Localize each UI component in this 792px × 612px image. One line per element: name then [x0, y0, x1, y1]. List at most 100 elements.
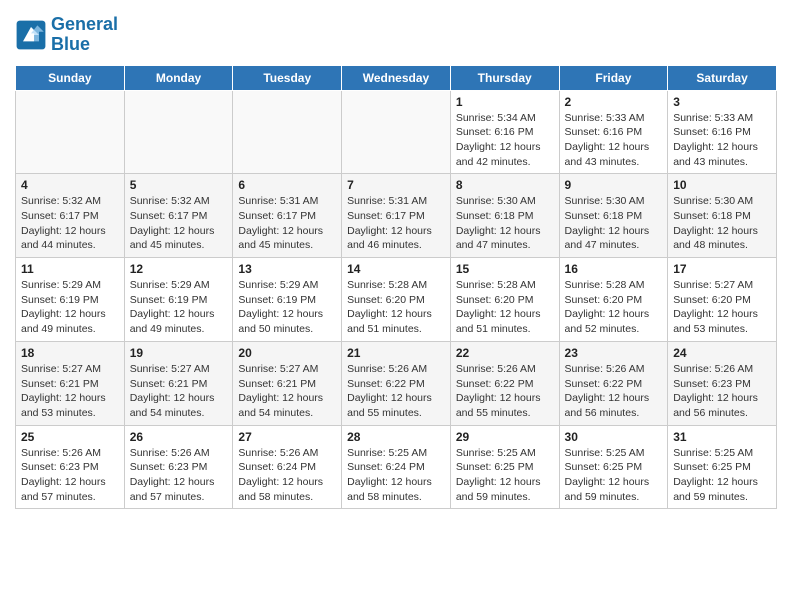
day-info: Sunrise: 5:27 AM Sunset: 6:21 PM Dayligh…: [130, 362, 228, 421]
day-info: Sunrise: 5:31 AM Sunset: 6:17 PM Dayligh…: [238, 194, 336, 253]
day-number: 6: [238, 178, 336, 192]
day-number: 17: [673, 262, 771, 276]
calendar-cell: 12 Sunrise: 5:29 AM Sunset: 6:19 PM Dayli…: [124, 258, 233, 342]
calendar-cell: [124, 90, 233, 174]
logo-icon: [15, 19, 47, 51]
day-info: Sunrise: 5:26 AM Sunset: 6:22 PM Dayligh…: [347, 362, 445, 421]
calendar-cell: [233, 90, 342, 174]
day-number: 5: [130, 178, 228, 192]
day-number: 18: [21, 346, 119, 360]
calendar-row-1: 1 Sunrise: 5:34 AM Sunset: 6:16 PM Daylig…: [16, 90, 777, 174]
logo: General Blue: [15, 15, 118, 55]
day-info: Sunrise: 5:26 AM Sunset: 6:22 PM Dayligh…: [456, 362, 554, 421]
calendar-row-5: 25 Sunrise: 5:26 AM Sunset: 6:23 PM Dayli…: [16, 425, 777, 509]
day-number: 16: [565, 262, 663, 276]
calendar-cell: [16, 90, 125, 174]
day-info: Sunrise: 5:30 AM Sunset: 6:18 PM Dayligh…: [456, 194, 554, 253]
day-number: 2: [565, 95, 663, 109]
weekday-header-row: SundayMondayTuesdayWednesdayThursdayFrid…: [16, 65, 777, 90]
day-number: 7: [347, 178, 445, 192]
calendar-cell: 9Sunrise: 5:30 AM Sunset: 6:18 PM Daylig…: [559, 174, 668, 258]
day-info: Sunrise: 5:26 AM Sunset: 6:23 PM Dayligh…: [130, 446, 228, 505]
calendar-cell: 7 Sunrise: 5:31 AM Sunset: 6:17 PM Daylig…: [342, 174, 451, 258]
weekday-header-tuesday: Tuesday: [233, 65, 342, 90]
weekday-header-sunday: Sunday: [16, 65, 125, 90]
weekday-header-wednesday: Wednesday: [342, 65, 451, 90]
calendar-cell: 15 Sunrise: 5:28 AM Sunset: 6:20 PM Dayli…: [450, 258, 559, 342]
weekday-header-monday: Monday: [124, 65, 233, 90]
day-number: 11: [21, 262, 119, 276]
calendar-cell: 27 Sunrise: 5:26 AM Sunset: 6:24 PM Dayli…: [233, 425, 342, 509]
day-number: 9: [565, 178, 663, 192]
calendar-cell: 16 Sunrise: 5:28 AM Sunset: 6:20 PM Dayli…: [559, 258, 668, 342]
calendar-cell: 17 Sunrise: 5:27 AM Sunset: 6:20 PM Dayli…: [668, 258, 777, 342]
calendar-cell: 20Sunrise: 5:27 AM Sunset: 6:21 PM Dayli…: [233, 341, 342, 425]
calendar-cell: 11 Sunrise: 5:29 AM Sunset: 6:19 PM Dayli…: [16, 258, 125, 342]
day-info: Sunrise: 5:28 AM Sunset: 6:20 PM Dayligh…: [347, 278, 445, 337]
day-number: 13: [238, 262, 336, 276]
calendar-cell: 24Sunrise: 5:26 AM Sunset: 6:23 PM Dayli…: [668, 341, 777, 425]
weekday-header-friday: Friday: [559, 65, 668, 90]
calendar-cell: 4 Sunrise: 5:32 AM Sunset: 6:17 PM Daylig…: [16, 174, 125, 258]
day-number: 20: [238, 346, 336, 360]
day-info: Sunrise: 5:26 AM Sunset: 6:22 PM Dayligh…: [565, 362, 663, 421]
calendar-cell: 31Sunrise: 5:25 AM Sunset: 6:25 PM Dayli…: [668, 425, 777, 509]
weekday-header-thursday: Thursday: [450, 65, 559, 90]
day-info: Sunrise: 5:26 AM Sunset: 6:24 PM Dayligh…: [238, 446, 336, 505]
day-info: Sunrise: 5:30 AM Sunset: 6:18 PM Dayligh…: [673, 194, 771, 253]
day-info: Sunrise: 5:31 AM Sunset: 6:17 PM Dayligh…: [347, 194, 445, 253]
calendar-cell: 29 Sunrise: 5:25 AM Sunset: 6:25 PM Dayli…: [450, 425, 559, 509]
page-header: General Blue: [15, 15, 777, 55]
calendar-cell: 23 Sunrise: 5:26 AM Sunset: 6:22 PM Dayli…: [559, 341, 668, 425]
day-info: Sunrise: 5:25 AM Sunset: 6:24 PM Dayligh…: [347, 446, 445, 505]
day-info: Sunrise: 5:32 AM Sunset: 6:17 PM Dayligh…: [21, 194, 119, 253]
calendar-header: SundayMondayTuesdayWednesdayThursdayFrid…: [16, 65, 777, 90]
day-number: 1: [456, 95, 554, 109]
day-number: 15: [456, 262, 554, 276]
calendar-cell: 18 Sunrise: 5:27 AM Sunset: 6:21 PM Dayli…: [16, 341, 125, 425]
calendar-cell: 28Sunrise: 5:25 AM Sunset: 6:24 PM Dayli…: [342, 425, 451, 509]
day-info: Sunrise: 5:26 AM Sunset: 6:23 PM Dayligh…: [21, 446, 119, 505]
day-info: Sunrise: 5:25 AM Sunset: 6:25 PM Dayligh…: [673, 446, 771, 505]
day-number: 25: [21, 430, 119, 444]
calendar-body: 1 Sunrise: 5:34 AM Sunset: 6:16 PM Daylig…: [16, 90, 777, 509]
day-info: Sunrise: 5:28 AM Sunset: 6:20 PM Dayligh…: [456, 278, 554, 337]
day-number: 23: [565, 346, 663, 360]
day-number: 26: [130, 430, 228, 444]
day-info: Sunrise: 5:29 AM Sunset: 6:19 PM Dayligh…: [21, 278, 119, 337]
day-info: Sunrise: 5:27 AM Sunset: 6:21 PM Dayligh…: [21, 362, 119, 421]
day-number: 8: [456, 178, 554, 192]
weekday-header-saturday: Saturday: [668, 65, 777, 90]
calendar-cell: [342, 90, 451, 174]
day-number: 4: [21, 178, 119, 192]
day-info: Sunrise: 5:27 AM Sunset: 6:20 PM Dayligh…: [673, 278, 771, 337]
day-number: 10: [673, 178, 771, 192]
day-info: Sunrise: 5:29 AM Sunset: 6:19 PM Dayligh…: [130, 278, 228, 337]
calendar-cell: 10 Sunrise: 5:30 AM Sunset: 6:18 PM Dayli…: [668, 174, 777, 258]
calendar-row-3: 11 Sunrise: 5:29 AM Sunset: 6:19 PM Dayli…: [16, 258, 777, 342]
day-number: 27: [238, 430, 336, 444]
calendar-cell: 19Sunrise: 5:27 AM Sunset: 6:21 PM Dayli…: [124, 341, 233, 425]
day-info: Sunrise: 5:33 AM Sunset: 6:16 PM Dayligh…: [673, 111, 771, 170]
day-number: 29: [456, 430, 554, 444]
calendar-cell: 14 Sunrise: 5:28 AM Sunset: 6:20 PM Dayli…: [342, 258, 451, 342]
day-info: Sunrise: 5:32 AM Sunset: 6:17 PM Dayligh…: [130, 194, 228, 253]
day-info: Sunrise: 5:34 AM Sunset: 6:16 PM Dayligh…: [456, 111, 554, 170]
calendar-cell: 5 Sunrise: 5:32 AM Sunset: 6:17 PM Daylig…: [124, 174, 233, 258]
calendar-cell: 21Sunrise: 5:26 AM Sunset: 6:22 PM Dayli…: [342, 341, 451, 425]
day-info: Sunrise: 5:28 AM Sunset: 6:20 PM Dayligh…: [565, 278, 663, 337]
day-info: Sunrise: 5:33 AM Sunset: 6:16 PM Dayligh…: [565, 111, 663, 170]
calendar-row-4: 18 Sunrise: 5:27 AM Sunset: 6:21 PM Dayli…: [16, 341, 777, 425]
calendar-cell: 13 Sunrise: 5:29 AM Sunset: 6:19 PM Dayli…: [233, 258, 342, 342]
day-number: 14: [347, 262, 445, 276]
day-number: 30: [565, 430, 663, 444]
calendar-cell: 26 Sunrise: 5:26 AM Sunset: 6:23 PM Dayli…: [124, 425, 233, 509]
day-number: 22: [456, 346, 554, 360]
calendar-cell: 8 Sunrise: 5:30 AM Sunset: 6:18 PM Daylig…: [450, 174, 559, 258]
calendar-cell: 30Sunrise: 5:25 AM Sunset: 6:25 PM Dayli…: [559, 425, 668, 509]
day-info: Sunrise: 5:25 AM Sunset: 6:25 PM Dayligh…: [456, 446, 554, 505]
day-info: Sunrise: 5:29 AM Sunset: 6:19 PM Dayligh…: [238, 278, 336, 337]
day-number: 3: [673, 95, 771, 109]
day-number: 12: [130, 262, 228, 276]
calendar-cell: 6 Sunrise: 5:31 AM Sunset: 6:17 PM Daylig…: [233, 174, 342, 258]
